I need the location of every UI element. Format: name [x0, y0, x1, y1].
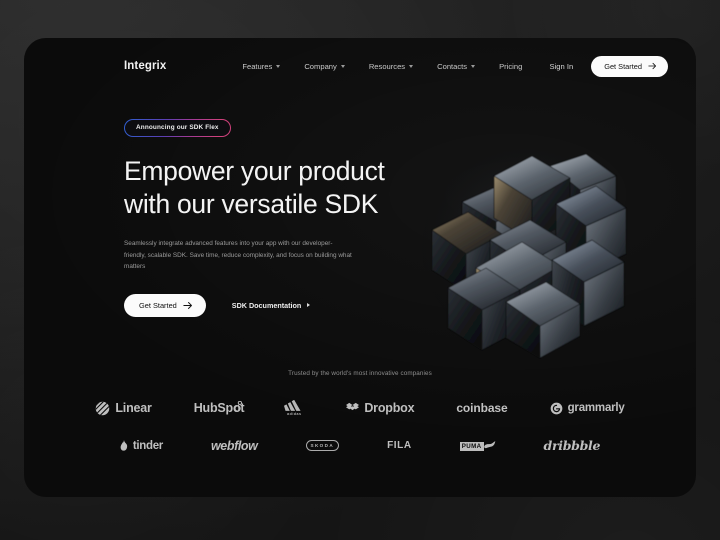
nav-get-started-button[interactable]: Get Started [591, 55, 668, 77]
brand-label: dribbble [543, 438, 601, 453]
trusted-by-section: Trusted by the world's most innovative c… [24, 370, 696, 453]
announcement-badge-label: Announcing our SDK Flex [125, 119, 230, 136]
trusted-by-label: Trusted by the world's most innovative c… [288, 370, 432, 377]
brand-puma: PUMA [459, 440, 496, 451]
sdk-documentation-label: SDK Documentation [231, 300, 302, 310]
nav-actions: Sign In Get Started [550, 55, 668, 77]
brand-dribbble: dribbble [544, 438, 601, 453]
hero-get-started-label: Get Started [139, 300, 177, 310]
chevron-down-icon [471, 65, 476, 68]
headline-line-1: Empower your product [124, 155, 385, 186]
brand-hubspot: HubSpot [194, 401, 245, 415]
nav-item-label: Resources [368, 61, 406, 71]
puma-logo-icon [483, 440, 495, 448]
brand-label: webflow [210, 438, 258, 453]
brand-label: PUMA [459, 442, 484, 451]
arrow-right-icon [183, 301, 192, 309]
arrow-right-icon [648, 62, 657, 70]
brand-label: Linear [115, 401, 152, 415]
nav-item-features[interactable]: Features [242, 61, 281, 71]
nav-item-label: Contacts [437, 61, 468, 71]
tinder-logo-icon [120, 440, 127, 451]
nav-links: Features Company Resources Contacts Pric… [242, 62, 522, 71]
nav-item-pricing[interactable]: Pricing [499, 62, 522, 71]
announcement-badge[interactable]: Announcing our SDK Flex [124, 118, 231, 137]
headline-line-2: with our versatile SDK [124, 189, 379, 220]
nav-get-started-label: Get Started [604, 61, 642, 71]
brand-label: coinbase [456, 401, 508, 415]
chevron-down-icon [409, 65, 414, 68]
hero-section: Announcing our SDK Flex Empower your pro… [124, 116, 424, 317]
dropbox-logo-icon [346, 402, 360, 410]
hero-cta-row: Get Started SDK Documentation [124, 293, 424, 317]
brand-label: adidas [287, 412, 302, 416]
brand-linear: Linear [95, 401, 152, 416]
nav-item-company[interactable]: Company [304, 62, 345, 71]
chevron-down-icon [276, 65, 281, 68]
sign-in-link[interactable]: Sign In [550, 62, 574, 71]
metallic-cube-cluster-3d [410, 130, 640, 360]
brand-skoda: SKODA [305, 440, 340, 451]
brand-tinder: tinder [120, 440, 163, 452]
nav-item-resources[interactable]: Resources [368, 61, 414, 71]
brand-grammarly: grammarly [550, 402, 625, 415]
brand-adidas: adidas [284, 400, 304, 416]
brand-label: FILA [387, 440, 412, 451]
chevron-down-icon [340, 65, 345, 68]
linear-logo-icon [96, 401, 110, 415]
brand-label: tinder [132, 439, 163, 452]
brand-logo[interactable]: Integrix [124, 60, 166, 72]
hubspot-logo-icon [234, 401, 243, 412]
nav-item-label: Pricing [499, 61, 523, 71]
hero-get-started-button[interactable]: Get Started [124, 293, 206, 317]
brand-webflow: webflow [211, 439, 258, 453]
brand-dropbox: Dropbox [346, 401, 415, 415]
logo-row-secondary: tinder webflow SKODA FILA PUMA dribbble [24, 438, 696, 453]
brand-label: grammarly [567, 402, 625, 414]
page-root: Integrix Features Company Resources Cont… [0, 0, 720, 540]
nav-item-label: Features [242, 61, 273, 71]
grammarly-logo-icon [550, 402, 562, 414]
navbar: Integrix Features Company Resources Cont… [24, 38, 696, 94]
adidas-logo-icon [284, 400, 301, 411]
page-title: Empower your product with our versatile … [124, 155, 424, 223]
sdk-documentation-link[interactable]: SDK Documentation [231, 300, 311, 310]
hero-card: Integrix Features Company Resources Cont… [24, 38, 696, 497]
brand-label: Dropbox [364, 401, 415, 415]
chevron-right-icon [307, 303, 311, 308]
hero-subtext: Seamlessly integrate advanced features i… [124, 240, 352, 270]
nav-item-label: Company [304, 61, 337, 71]
brand-fila: FILA [387, 440, 412, 451]
logo-row-primary: Linear HubSpot adidas Dropbox coinbase g… [24, 400, 696, 416]
brand-label: SKODA [305, 440, 340, 451]
brand-coinbase: coinbase [456, 401, 507, 415]
nav-item-contacts[interactable]: Contacts [437, 61, 476, 71]
